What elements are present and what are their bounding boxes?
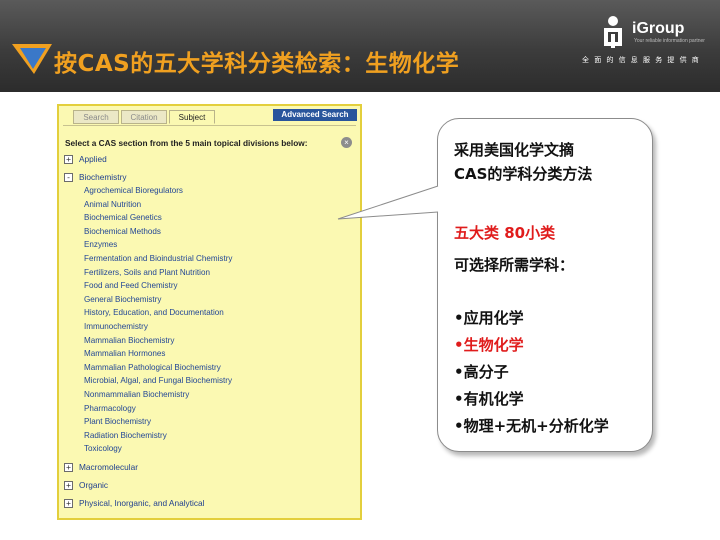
section-link[interactable]: Mammalian Pathological Biochemistry — [84, 362, 221, 374]
section-link[interactable]: History, Education, and Documentation — [84, 307, 224, 319]
section-link[interactable]: Mammalian Hormones — [84, 348, 165, 360]
tab-subject[interactable]: Subject — [169, 110, 215, 124]
cas-subject-panel: Search Citation Subject Advanced Search … — [57, 104, 362, 520]
section-link[interactable]: Toxicology — [84, 443, 122, 455]
tab-search[interactable]: Search — [73, 110, 119, 124]
subject-item: •物理+无机+分析化学 — [454, 417, 609, 435]
section-link[interactable]: Agrochemical Bioregulators — [84, 185, 183, 197]
logo-wordmark: iGroup — [632, 20, 685, 37]
expand-icon[interactable]: + — [64, 481, 73, 490]
category-label[interactable]: Biochemistry — [79, 172, 127, 182]
igroup-logo: iGroup Your reliable information partner — [596, 14, 711, 54]
tab-divider — [63, 125, 356, 126]
subject-item: •有机化学 — [454, 390, 524, 408]
slide-title: 按CAS的五大学科分类检索：生物化学 — [54, 51, 460, 77]
collapse-icon[interactable]: - — [64, 173, 73, 182]
section-link[interactable]: Animal Nutrition — [84, 199, 141, 211]
section-link[interactable]: Microbial, Algal, and Fungal Biochemistr… — [84, 375, 232, 387]
igroup-logo-icon — [604, 16, 622, 48]
close-icon[interactable]: × — [341, 137, 352, 148]
expand-icon[interactable]: + — [64, 499, 73, 508]
company-slogan: 全面的信息服务提供商 — [582, 56, 704, 64]
category-label[interactable]: Applied — [79, 154, 107, 164]
section-link[interactable]: Radiation Biochemistry — [84, 430, 167, 442]
section-link[interactable]: Biochemical Genetics — [84, 212, 162, 224]
section-link[interactable]: Fertilizers, Soils and Plant Nutrition — [84, 267, 210, 279]
section-link[interactable]: Fermentation and Bioindustrial Chemistry — [84, 253, 232, 265]
callout-line-4: 可选择所需学科： — [454, 256, 575, 274]
section-link[interactable]: Enzymes — [84, 239, 117, 251]
section-link[interactable]: Mammalian Biochemistry — [84, 335, 174, 347]
category-label[interactable]: Macromolecular — [79, 462, 138, 472]
logo-tagline: Your reliable information partner — [634, 38, 705, 44]
section-link[interactable]: Biochemical Methods — [84, 226, 161, 238]
section-instruction: Select a CAS section from the 5 main top… — [65, 138, 308, 148]
callout-line-3: 五大类 80小类 — [454, 224, 556, 242]
section-link[interactable]: General Biochemistry — [84, 294, 161, 306]
subject-item-highlighted: •生物化学 — [454, 336, 524, 354]
arrow-icon — [12, 44, 52, 74]
section-link[interactable]: Plant Biochemistry — [84, 416, 151, 428]
section-link[interactable]: Nonmammalian Biochemistry — [84, 389, 189, 401]
subject-item: •应用化学 — [454, 309, 524, 327]
section-link[interactable]: Immunochemistry — [84, 321, 148, 333]
expand-icon[interactable]: + — [64, 463, 73, 472]
section-link[interactable]: Pharmacology — [84, 403, 136, 415]
category-label[interactable]: Physical, Inorganic, and Analytical — [79, 498, 204, 508]
callout-line-2: CAS的学科分类方法 — [454, 165, 593, 183]
callout-line-1: 采用美国化学文摘 — [454, 141, 575, 159]
slide-header: 按CAS的五大学科分类检索：生物化学 iGroup Your reliable … — [0, 0, 720, 92]
tab-citation[interactable]: Citation — [121, 110, 167, 124]
subject-item: •高分子 — [454, 363, 509, 381]
category-label[interactable]: Organic — [79, 480, 108, 490]
expand-icon[interactable]: + — [64, 155, 73, 164]
advanced-search-button[interactable]: Advanced Search — [273, 109, 357, 121]
section-link[interactable]: Food and Feed Chemistry — [84, 280, 178, 292]
